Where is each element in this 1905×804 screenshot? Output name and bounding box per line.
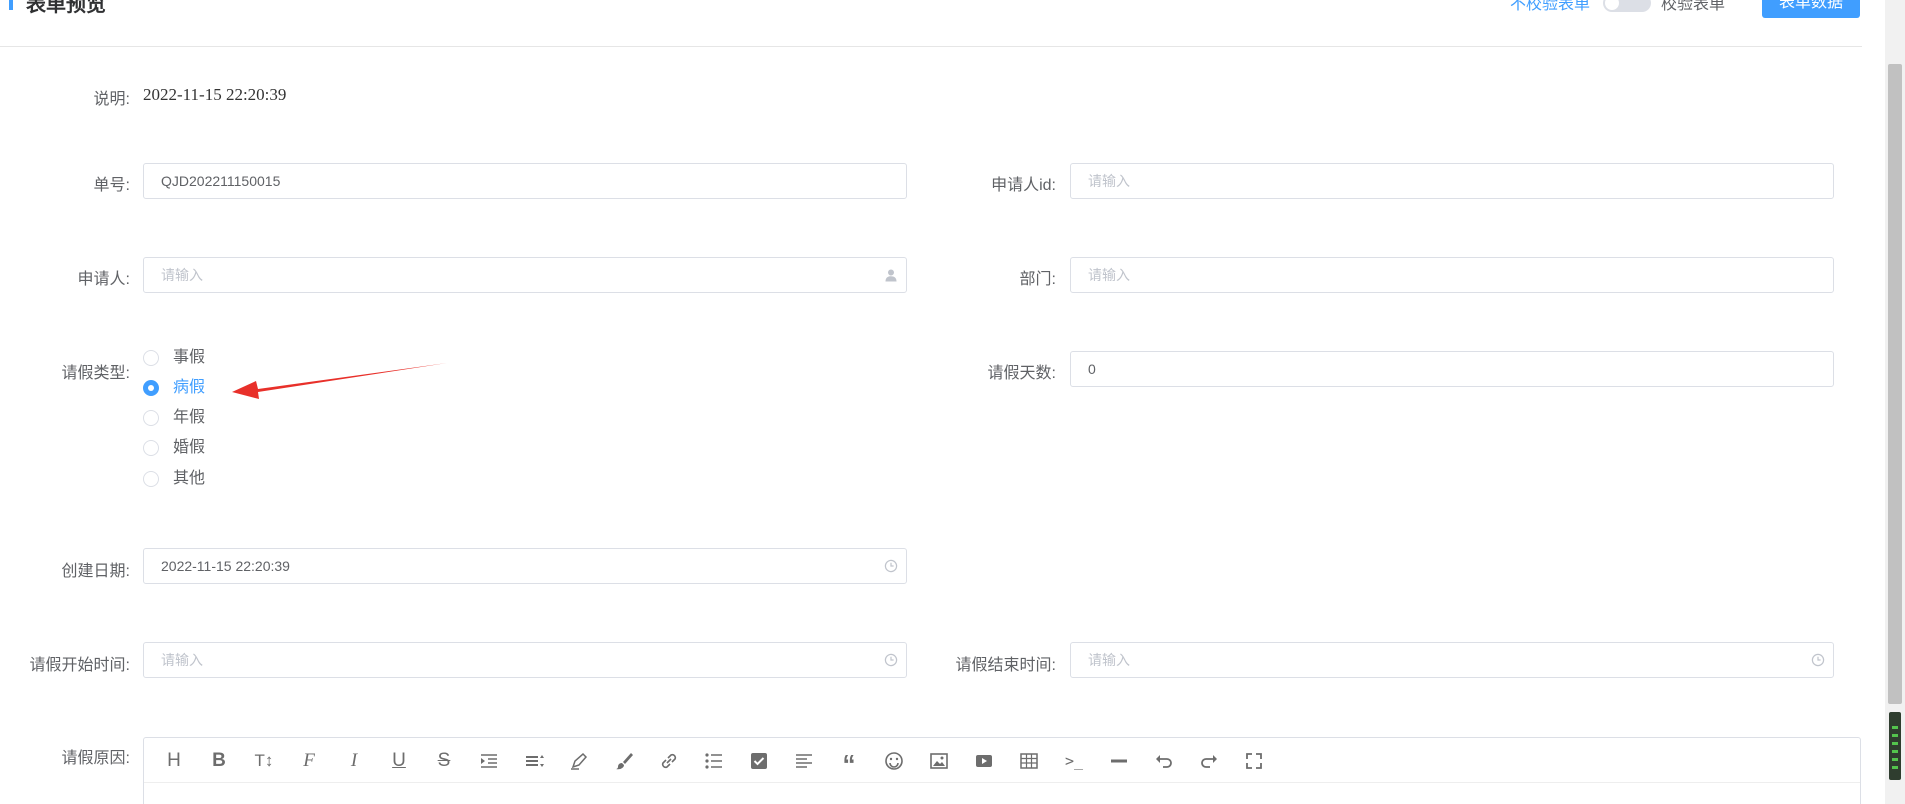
applicant-label: 申请人: bbox=[77, 271, 130, 288]
department-placeholder: 请输入 bbox=[1088, 267, 1130, 283]
form-preview-header: 表单预览 不校验表单 校验表单 表单数据 bbox=[0, 0, 1862, 47]
brush-icon[interactable] bbox=[612, 749, 636, 773]
created-date-label: 创建日期: bbox=[61, 563, 130, 580]
applicant-id-input[interactable]: 请输入 bbox=[1070, 163, 1834, 199]
emoji-icon[interactable] bbox=[882, 749, 906, 773]
level-meter-icon bbox=[1889, 712, 1901, 780]
leave-end-placeholder: 请输入 bbox=[1088, 652, 1130, 668]
leave-days-label: 请假天数: bbox=[987, 365, 1056, 382]
indent-icon[interactable] bbox=[477, 749, 501, 773]
quote-icon[interactable]: “ bbox=[837, 749, 861, 779]
leave-start-input[interactable]: 请输入 bbox=[143, 642, 907, 678]
radio-option-marriage[interactable]: 婚假 bbox=[143, 437, 223, 459]
highlight-icon[interactable] bbox=[567, 749, 591, 773]
description-value: 2022-11-15 22:20:39 bbox=[143, 85, 287, 104]
radio-label: 婚假 bbox=[173, 439, 206, 456]
page-title: 表单预览 bbox=[26, 0, 106, 16]
leave-start-placeholder: 请输入 bbox=[161, 652, 203, 668]
line-height-icon[interactable] bbox=[522, 749, 546, 773]
undo-icon[interactable] bbox=[1152, 749, 1176, 773]
leave-reason-label: 请假原因: bbox=[61, 750, 130, 767]
toggle-knob bbox=[1605, 0, 1619, 10]
vertical-scrollbar[interactable] bbox=[1885, 0, 1905, 804]
user-icon bbox=[885, 269, 897, 282]
radio-label: 事假 bbox=[173, 349, 206, 366]
radio-circle[interactable] bbox=[143, 410, 159, 426]
applicant-id-label: 申请人id: bbox=[991, 177, 1056, 194]
order-no-input[interactable]: QJD202211150015 bbox=[143, 163, 907, 199]
editor-toolbar: H B T↕ F I U S “ >_ bbox=[144, 738, 1860, 783]
strikethrough-icon[interactable]: S bbox=[432, 749, 456, 773]
clock-icon bbox=[884, 653, 898, 667]
code-icon[interactable]: >_ bbox=[1062, 749, 1086, 773]
created-date-value: 2022-11-15 22:20:39 bbox=[161, 558, 290, 574]
applicant-id-placeholder: 请输入 bbox=[1088, 173, 1130, 189]
clock-icon bbox=[1811, 653, 1825, 667]
description-label: 说明: bbox=[93, 91, 130, 108]
align-icon[interactable] bbox=[792, 749, 816, 773]
leave-days-input[interactable]: 0 bbox=[1070, 351, 1834, 387]
validate-toggle[interactable] bbox=[1603, 0, 1651, 12]
radio-circle[interactable] bbox=[143, 471, 159, 487]
underline-icon[interactable]: U bbox=[387, 749, 411, 773]
scrollbar-thumb[interactable] bbox=[1888, 64, 1902, 704]
bullet-list-icon[interactable] bbox=[702, 749, 726, 773]
applicant-placeholder: 请输入 bbox=[161, 267, 203, 283]
radio-circle[interactable] bbox=[143, 350, 159, 366]
radio-circle[interactable] bbox=[143, 440, 159, 456]
radio-option-annual[interactable]: 年假 bbox=[143, 407, 223, 429]
video-icon[interactable] bbox=[972, 749, 996, 773]
table-icon[interactable] bbox=[1017, 749, 1041, 773]
radio-label: 病假 bbox=[173, 379, 206, 396]
radio-option-personal[interactable]: 事假 bbox=[143, 347, 223, 369]
order-no-label: 单号: bbox=[93, 177, 130, 194]
department-input[interactable]: 请输入 bbox=[1070, 257, 1834, 293]
radio-label: 年假 bbox=[173, 409, 206, 426]
redo-icon[interactable] bbox=[1197, 749, 1221, 773]
title-accent-bar bbox=[9, 0, 13, 10]
created-date-input[interactable]: 2022-11-15 22:20:39 bbox=[143, 548, 907, 584]
leave-end-input[interactable]: 请输入 bbox=[1070, 642, 1834, 678]
radio-option-sick[interactable]: 病假 bbox=[143, 377, 223, 399]
fullscreen-icon[interactable] bbox=[1242, 749, 1266, 773]
leave-days-value: 0 bbox=[1088, 361, 1096, 377]
radio-circle-selected[interactable] bbox=[143, 380, 159, 396]
clock-icon bbox=[884, 559, 898, 573]
leave-type-label: 请假类型: bbox=[61, 365, 130, 382]
leave-end-label: 请假结束时间: bbox=[955, 657, 1056, 674]
heading-icon[interactable]: H bbox=[162, 749, 186, 773]
radio-option-other[interactable]: 其他 bbox=[143, 468, 223, 490]
italic-icon[interactable]: I bbox=[342, 749, 366, 773]
bold-icon[interactable]: B bbox=[207, 749, 231, 773]
rich-text-editor[interactable]: H B T↕ F I U S “ >_ bbox=[143, 737, 1861, 804]
annotation-arrow bbox=[232, 363, 447, 399]
no-validate-label[interactable]: 不校验表单 bbox=[1510, 0, 1590, 14]
applicant-input[interactable]: 请输入 bbox=[143, 257, 907, 293]
font-family-icon[interactable]: F bbox=[297, 749, 321, 773]
order-no-value: QJD202211150015 bbox=[161, 173, 281, 189]
link-icon[interactable] bbox=[657, 749, 681, 773]
department-label: 部门: bbox=[1019, 271, 1056, 288]
checkbox-icon[interactable] bbox=[747, 749, 771, 773]
radio-label: 其他 bbox=[173, 470, 206, 487]
font-size-icon[interactable]: T↕ bbox=[252, 749, 276, 773]
image-icon[interactable] bbox=[927, 749, 951, 773]
form-data-button[interactable]: 表单数据 bbox=[1762, 0, 1860, 18]
divider-icon[interactable] bbox=[1107, 749, 1131, 773]
leave-start-label: 请假开始时间: bbox=[29, 657, 130, 674]
validate-label[interactable]: 校验表单 bbox=[1661, 0, 1725, 14]
